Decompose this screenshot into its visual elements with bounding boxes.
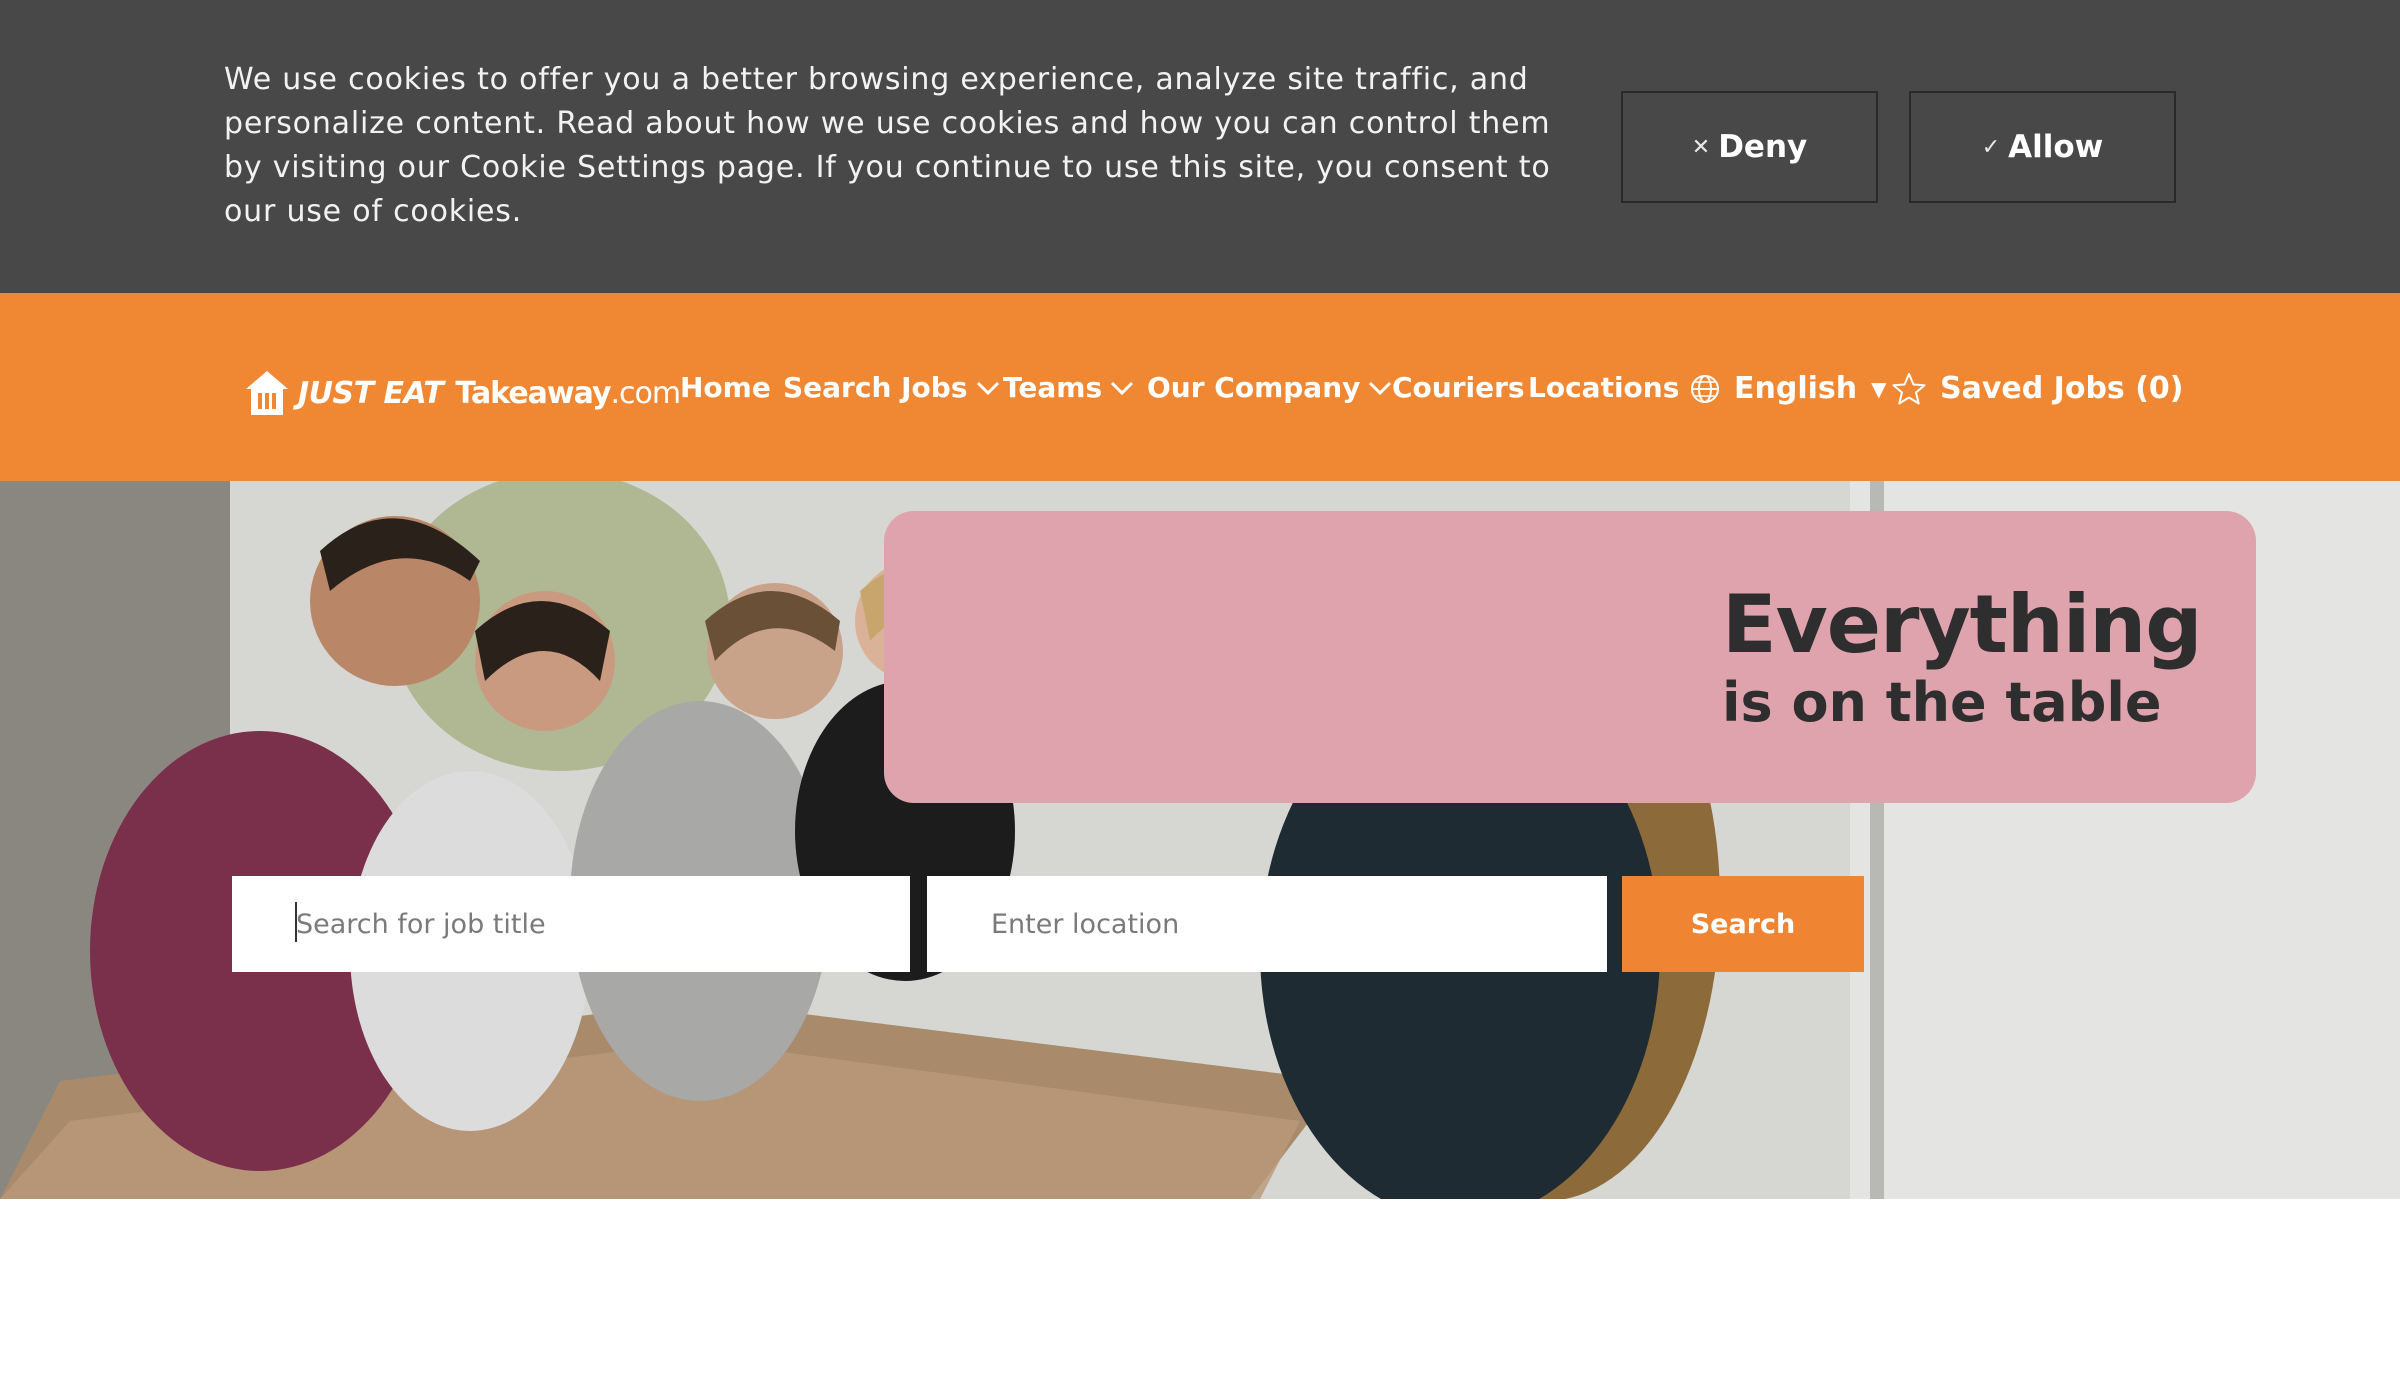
nav-teams[interactable]: Teams: [1003, 371, 1134, 404]
nav-couriers-label: Couriers: [1392, 371, 1525, 404]
deny-label: Deny: [1718, 129, 1808, 165]
main-nav: JUST EAT Takeaway .com Home Search Jobs …: [0, 293, 2400, 481]
cookie-message: We use cookies to offer you a better bro…: [224, 62, 1551, 229]
caret-down-icon: ▼: [1871, 376, 1887, 401]
job-title-search-input[interactable]: [232, 876, 910, 972]
language-label: English: [1734, 371, 1858, 406]
nav-search-jobs[interactable]: Search Jobs: [783, 371, 1000, 404]
allow-label: Allow: [2008, 129, 2104, 165]
saved-jobs-label: Saved Jobs (0): [1940, 371, 2184, 406]
logo-dotcom: .com: [610, 375, 682, 411]
language-selector[interactable]: English ▼: [1690, 371, 1887, 406]
logo-takeaway: Takeaway: [455, 375, 611, 411]
search-button-label: Search: [1690, 908, 1796, 940]
nav-couriers[interactable]: Couriers: [1392, 371, 1525, 404]
chevron-down-icon: [1111, 381, 1134, 395]
check-icon: ✓: [1981, 134, 2001, 160]
nav-home[interactable]: Home: [680, 371, 771, 404]
hero-section: Everything is on the table Search: [0, 481, 2400, 1199]
globe-icon: [1691, 374, 1719, 403]
text-cursor: [295, 902, 297, 942]
nav-search-jobs-label: Search Jobs: [783, 371, 968, 404]
saved-jobs-link[interactable]: Saved Jobs (0): [1892, 371, 2184, 406]
nav-locations-label: Locations: [1528, 371, 1680, 404]
allow-cookies-button[interactable]: ✓ Allow: [1909, 91, 2176, 203]
hero-subheading: is on the table: [1722, 671, 2162, 734]
deny-cookies-button[interactable]: ✕ Deny: [1621, 91, 1878, 203]
logo-just-eat: JUST EAT: [298, 375, 444, 411]
chevron-down-icon: [1369, 381, 1392, 395]
location-search-input[interactable]: [927, 876, 1607, 972]
site-logo[interactable]: JUST EAT Takeaway .com: [244, 369, 682, 417]
search-button[interactable]: Search: [1622, 876, 1864, 972]
nav-home-label: Home: [680, 371, 771, 404]
nav-our-company[interactable]: Our Company: [1147, 371, 1392, 404]
nav-locations[interactable]: Locations: [1528, 371, 1679, 404]
nav-teams-label: Teams: [1003, 371, 1103, 404]
star-icon: [1892, 372, 1926, 404]
hero-heading: Everything: [1722, 578, 2202, 671]
cookie-banner: We use cookies to offer you a better bro…: [0, 0, 2400, 293]
close-icon: ✕: [1691, 134, 1711, 160]
nav-our-company-label: Our Company: [1147, 371, 1361, 404]
logo-house-icon: [246, 371, 288, 415]
chevron-down-icon: [976, 381, 999, 395]
